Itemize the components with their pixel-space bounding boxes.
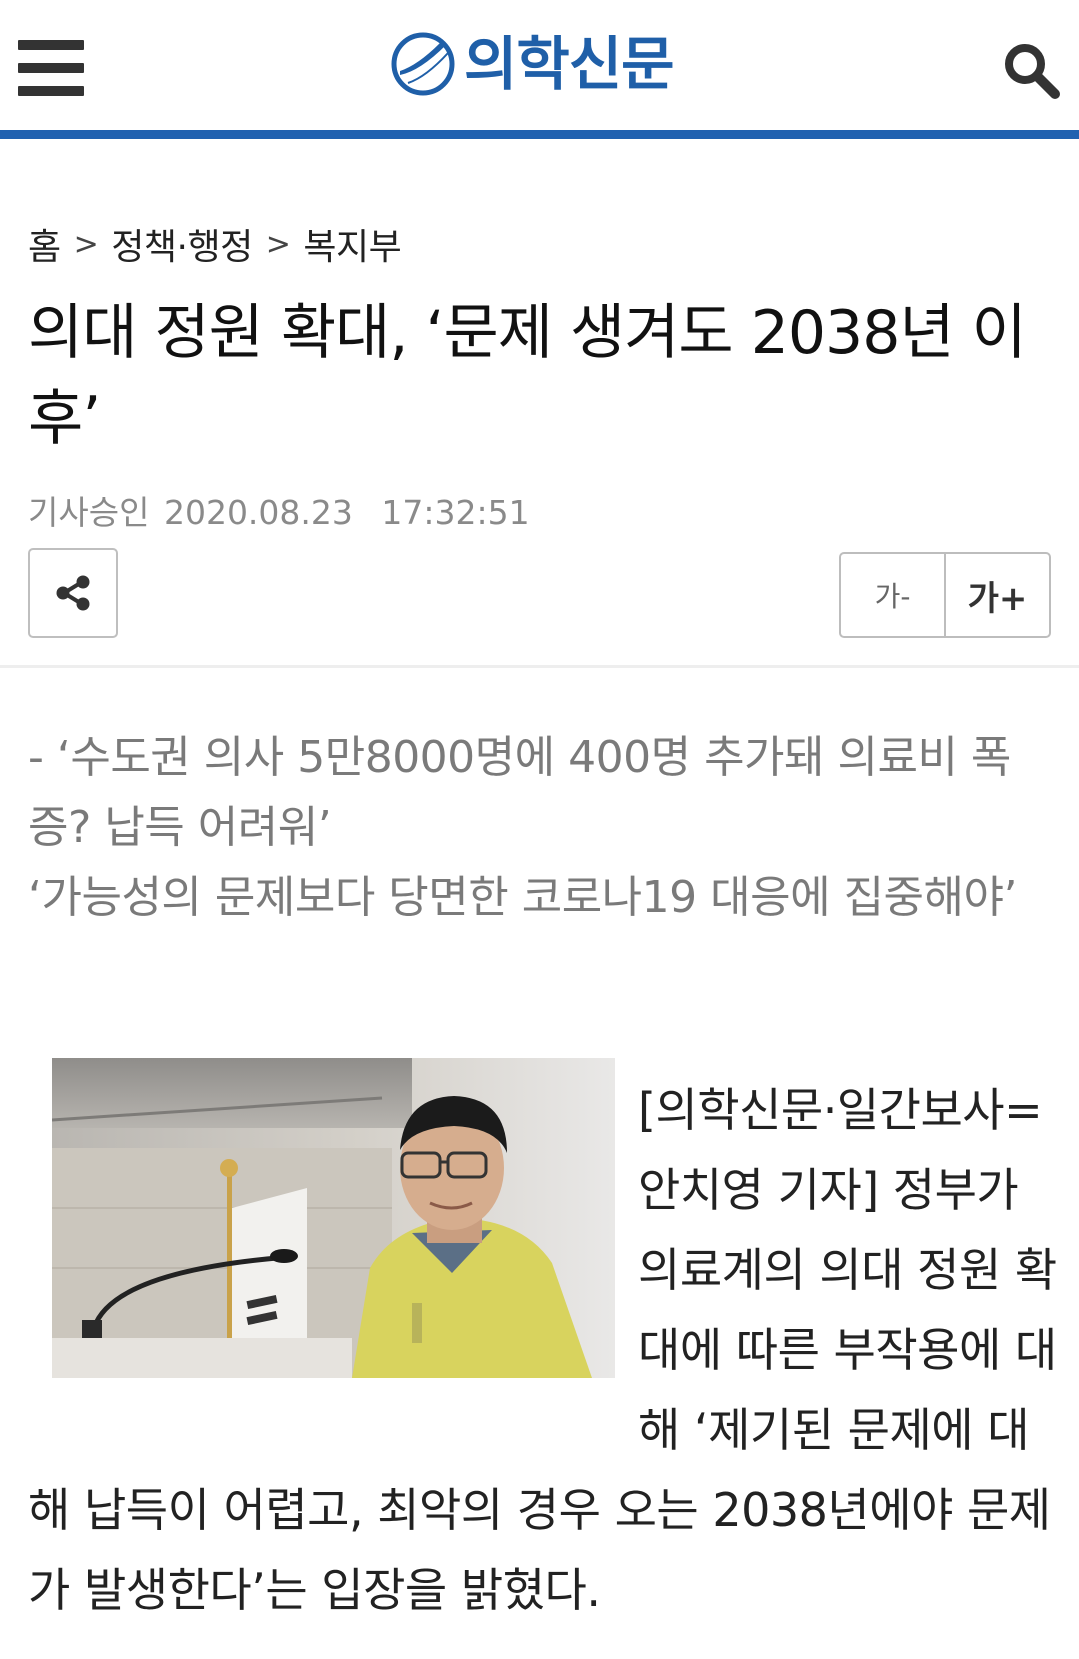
article-subtitles: - ‘수도권 의사 5만8000명에 400명 추가돼 의료비 폭증? 납득 어… [28, 723, 1053, 933]
breadcrumb-home[interactable]: 홈 [28, 218, 61, 270]
article-body: [의학신문·일간보사=안치영 기자] 정부가 의료계의 의대 정원 확대에 따른… [28, 1070, 1058, 1630]
subtitle-line: ‘가능성의 문제보다 당면한 코로나19 대응에 집중해야’ [28, 872, 1017, 923]
font-decrease-button[interactable]: 가- [841, 554, 946, 636]
article-title: 의대 정원 확대, ‘문제 생겨도 2038년 이후’ [28, 298, 1027, 454]
header-accent-bar [0, 130, 1079, 139]
section-divider [0, 665, 1079, 668]
logo-text: 의학신문 [464, 30, 674, 98]
breadcrumb-policy[interactable]: 정책·행정 [111, 218, 253, 270]
share-button[interactable] [28, 548, 118, 638]
search-icon[interactable] [1001, 40, 1061, 100]
font-size-control: 가- 가+ [839, 552, 1051, 638]
breadcrumb: 홈 > 정책·행정 > 복지부 [28, 218, 402, 270]
font-increase-button[interactable]: 가+ [946, 554, 1049, 636]
logo-emblem-icon [391, 32, 455, 96]
article-meta: 기사승인 2020.08.23 17:32:51 [28, 486, 530, 534]
chevron-right-icon: > [265, 226, 291, 262]
chevron-right-icon: > [73, 226, 99, 262]
article-date: 2020.08.23 [163, 493, 353, 532]
subtitle-line: - ‘수도권 의사 5만8000명에 400명 추가돼 의료비 폭증? 납득 어… [28, 732, 1011, 853]
article-time: 17:32:51 [381, 493, 530, 532]
share-icon [56, 575, 90, 611]
breadcrumb-ministry[interactable]: 복지부 [303, 218, 401, 270]
approved-label: 기사승인 [28, 493, 150, 532]
site-logo[interactable]: 의학신문 [390, 28, 674, 100]
hamburger-menu-icon[interactable] [18, 40, 84, 96]
site-header: 의학신문 [0, 0, 1079, 132]
